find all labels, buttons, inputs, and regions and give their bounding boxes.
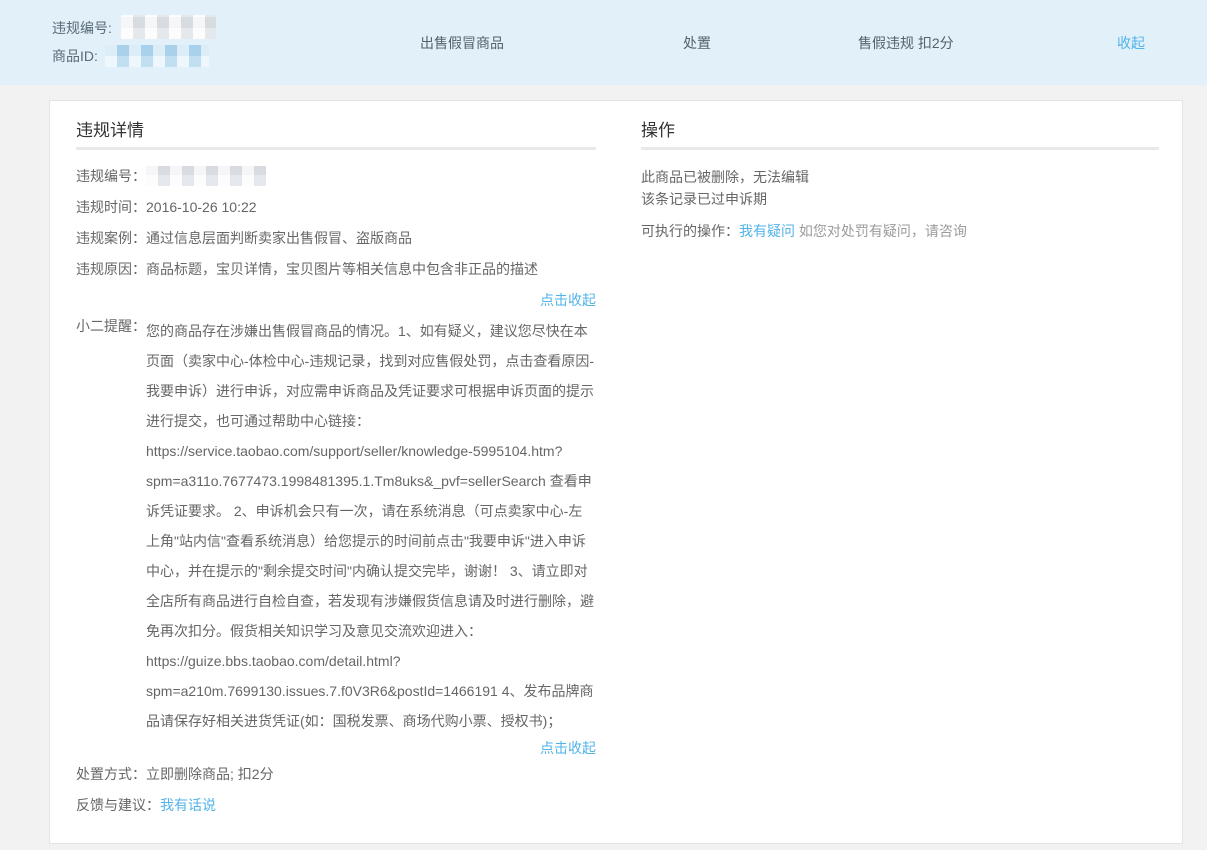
operation-status-line2: 该条记录已过申诉期 xyxy=(641,188,1159,210)
detail-label: 小二提醒： xyxy=(76,316,146,736)
violation-details-title: 违规详情 xyxy=(76,120,596,150)
have-question-link[interactable]: 我有疑问 xyxy=(739,223,795,239)
redacted-violation-number xyxy=(121,15,216,39)
detail-label: 处置方式： xyxy=(76,766,146,782)
detail-row-disposal: 处置方式：立即删除商品; 扣2分 xyxy=(76,764,596,784)
summary-ids: 违规编号: 商品ID: xyxy=(52,14,216,70)
redacted-violation-number-detail xyxy=(146,166,266,186)
operations-title: 操作 xyxy=(641,120,1159,150)
detail-row-violation-reason: 违规原因： 商品标题，宝贝详情，宝贝图片等相关信息中包含非正品的描述 xyxy=(76,259,596,279)
detail-label: 反馈与建议： xyxy=(76,797,160,813)
staff-reminder-text: 您的商品存在涉嫌出售假冒商品的情况。1、如有疑义，建议您尽快在本页面（卖家中心-… xyxy=(146,316,596,736)
violation-number-label: 违规编号: xyxy=(52,20,112,36)
redacted-product-id xyxy=(105,45,209,67)
detail-label: 违规原因： xyxy=(76,259,146,279)
operations-section: 操作 此商品已被删除，无法编辑 该条记录已过申诉期 可执行的操作：我有疑问 如您… xyxy=(641,120,1159,241)
collapse-reminder-link[interactable]: 点击收起 xyxy=(540,740,596,756)
detail-row-feedback: 反馈与建议：我有话说 xyxy=(76,795,596,815)
detail-row-violation-case: 违规案例： 通过信息层面判断卖家出售假冒、盗版商品 xyxy=(76,228,596,248)
violation-details-section: 违规详情 违规编号： 违规时间： 2016-10-26 10:22 违规案例： … xyxy=(76,120,596,826)
question-hint-text: 如您对处罚有疑问，请咨询 xyxy=(799,223,967,239)
collapse-reason-link[interactable]: 点击收起 xyxy=(540,292,596,308)
feedback-link[interactable]: 我有话说 xyxy=(160,797,216,813)
product-id-label: 商品ID: xyxy=(52,48,98,64)
detail-row-staff-reminder: 小二提醒： 您的商品存在涉嫌出售假冒商品的情况。1、如有疑义，建议您尽快在本页面… xyxy=(76,316,596,736)
violation-detail-card: 违规详情 违规编号： 违规时间： 2016-10-26 10:22 违规案例： … xyxy=(49,100,1183,844)
detail-label: 违规案例： xyxy=(76,228,146,248)
detail-value: 2016-10-26 10:22 xyxy=(146,197,596,217)
summary-penalty: 售假违规 扣2分 xyxy=(858,35,954,51)
collapse-panel-link[interactable]: 收起 xyxy=(1117,35,1145,51)
summary-violation-type: 出售假冒商品 xyxy=(420,35,504,51)
executable-operations-label: 可执行的操作： xyxy=(641,223,739,239)
disposal-value: 立即删除商品; 扣2分 xyxy=(146,766,274,782)
detail-value: 通过信息层面判断卖家出售假冒、盗版商品 xyxy=(146,228,596,248)
summary-action: 处置 xyxy=(683,35,711,51)
detail-row-violation-number: 违规编号： xyxy=(76,166,596,186)
operation-status-line1: 此商品已被删除，无法编辑 xyxy=(641,166,1159,188)
detail-row-violation-time: 违规时间： 2016-10-26 10:22 xyxy=(76,197,596,217)
violation-summary-bar: 违规编号: 商品ID: 出售假冒商品 处置 售假违规 扣2分 收起 xyxy=(0,0,1207,85)
detail-label: 违规编号： xyxy=(76,166,146,186)
detail-value: 商品标题，宝贝详情，宝贝图片等相关信息中包含非正品的描述 xyxy=(146,259,596,279)
executable-operations-row: 可执行的操作：我有疑问 如您对处罚有疑问，请咨询 xyxy=(641,221,1159,241)
detail-label: 违规时间： xyxy=(76,197,146,217)
